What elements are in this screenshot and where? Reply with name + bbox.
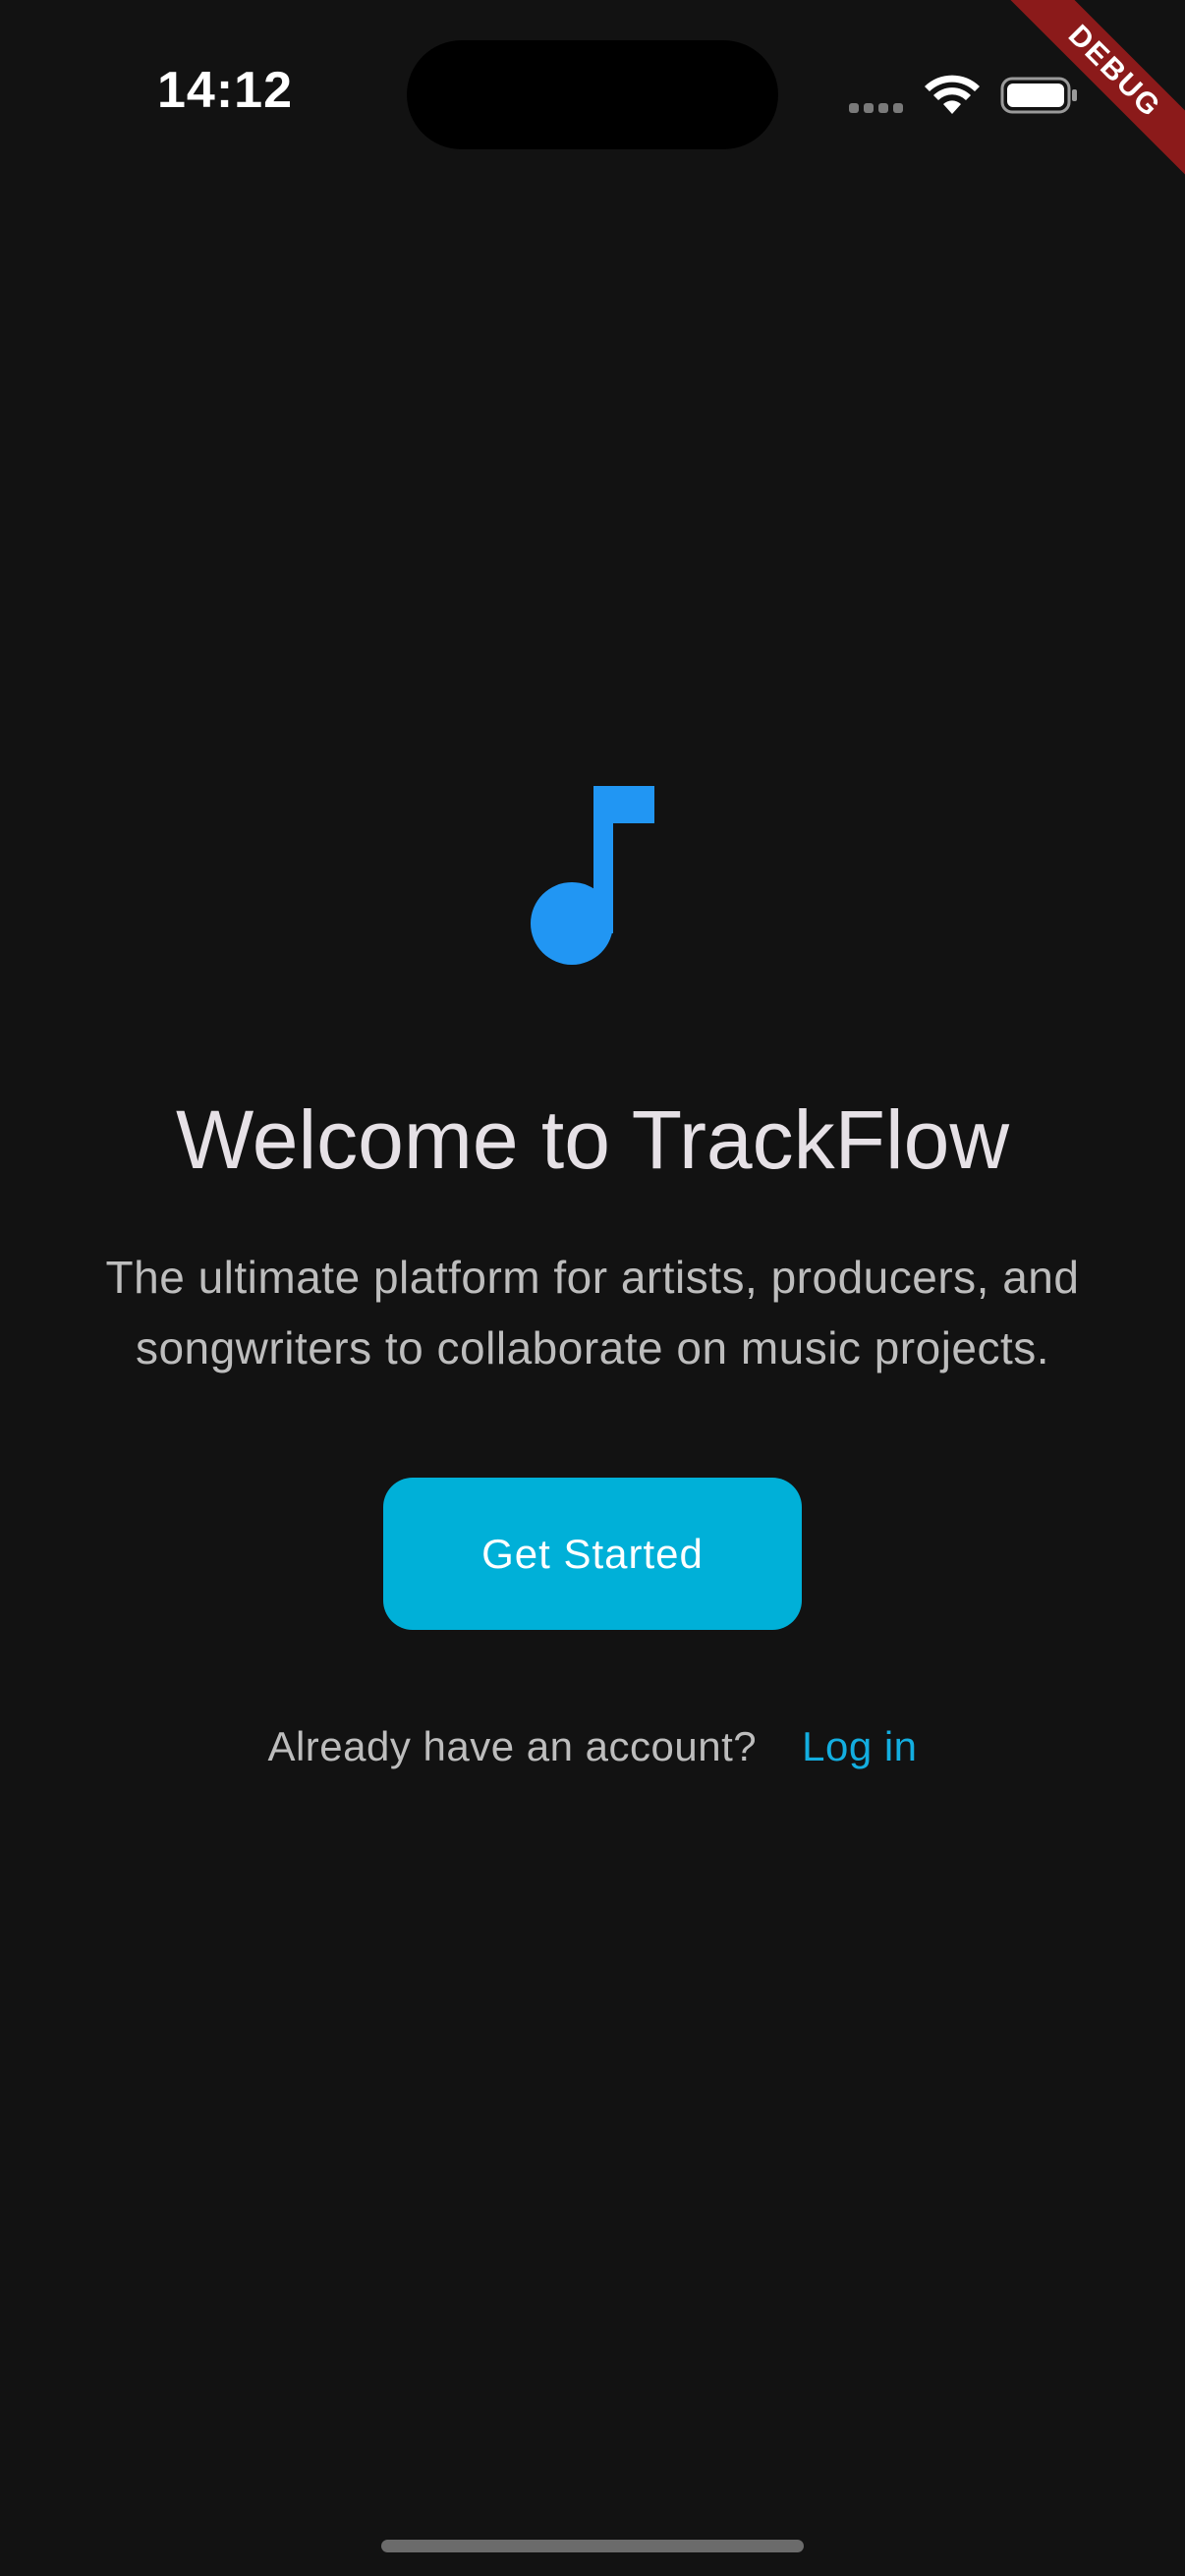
get-started-button[interactable]: Get Started xyxy=(383,1478,802,1630)
signal-dots-icon xyxy=(849,103,908,115)
debug-banner: DEBUG xyxy=(988,0,1185,196)
debug-banner-label: DEBUG xyxy=(993,0,1185,193)
status-time: 14:12 xyxy=(157,62,293,119)
music-note-icon xyxy=(531,786,654,965)
login-row: Already have an account? Log in xyxy=(0,1717,1185,1776)
page-title: Welcome to TrackFlow xyxy=(176,1093,1009,1186)
login-prompt: Already have an account? xyxy=(267,1723,758,1769)
dynamic-island xyxy=(407,40,778,149)
login-link[interactable]: Log in xyxy=(802,1723,917,1769)
welcome-description: The ultimate platform for artists, produ… xyxy=(39,1242,1146,1383)
welcome-description-line-1: The ultimate platform for artists, produ… xyxy=(105,1252,1080,1303)
wifi-icon xyxy=(925,75,980,114)
home-indicator[interactable] xyxy=(381,2540,804,2552)
welcome-description-line-2: songwriters to collaborate on music proj… xyxy=(135,1322,1050,1373)
